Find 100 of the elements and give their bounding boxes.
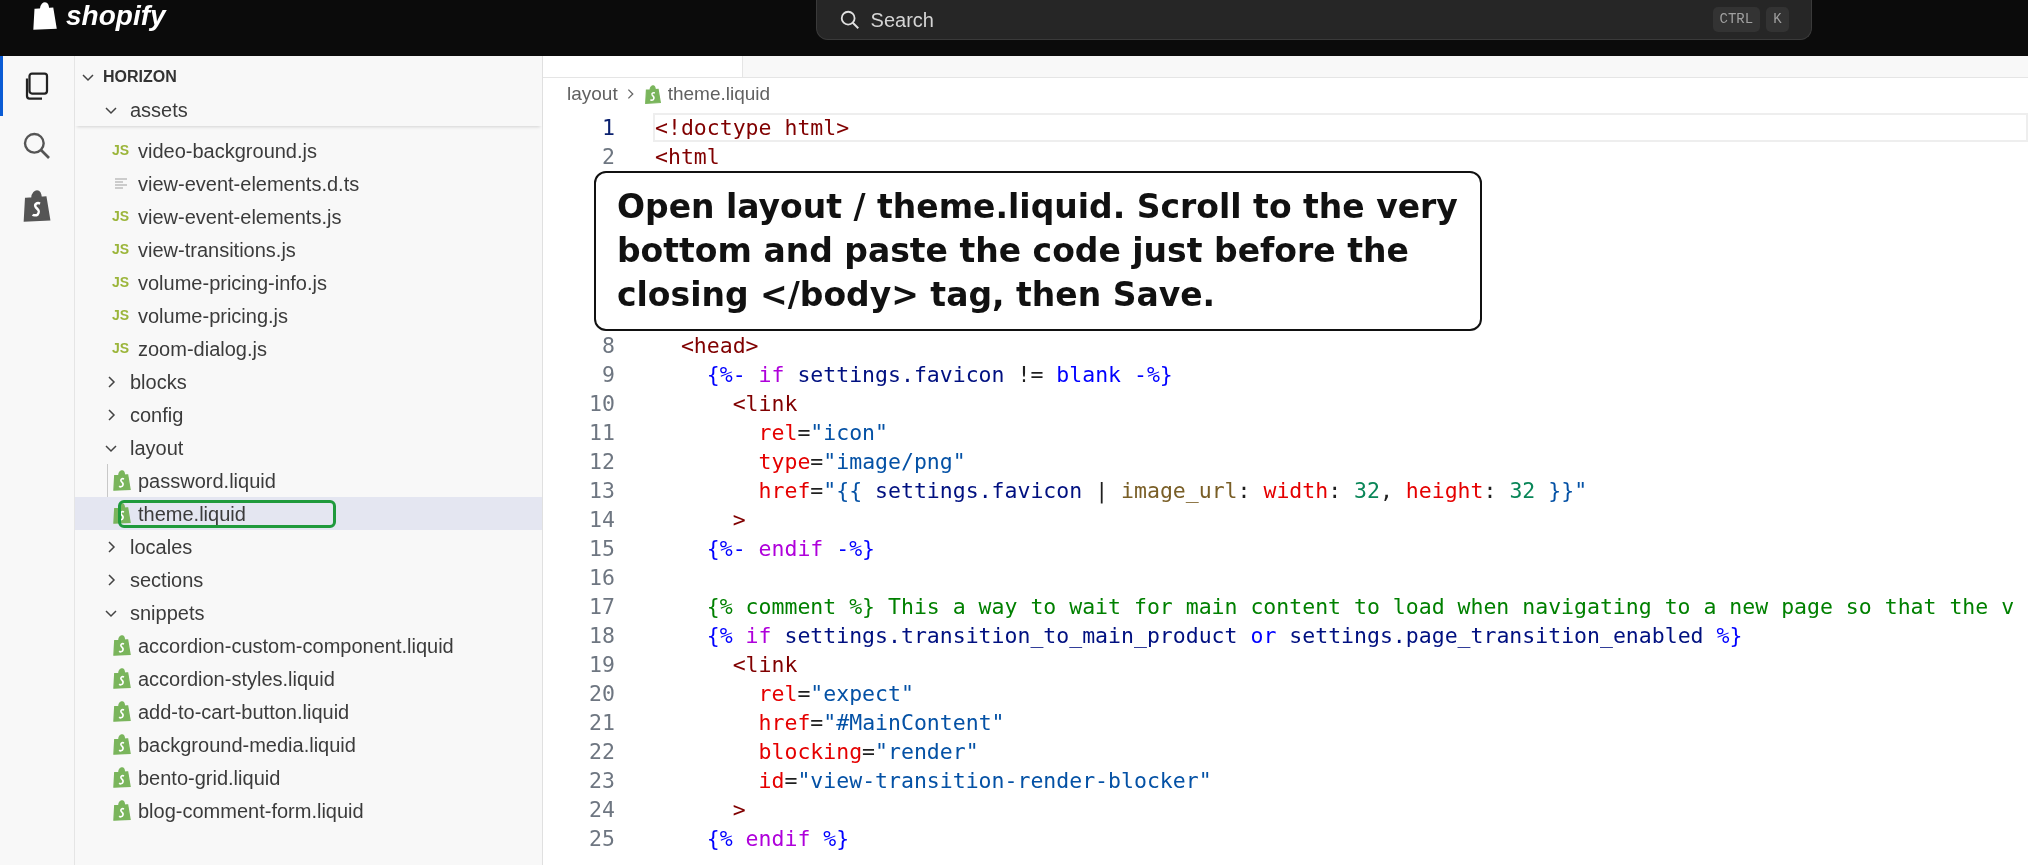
- line-number: 12: [588, 450, 615, 473]
- file-name: view-transitions.js: [138, 237, 296, 263]
- line-number: 1: [601, 116, 615, 139]
- line-number: 17: [588, 595, 615, 618]
- code-line: >: [731, 508, 746, 531]
- code-line: <!doctype html>: [655, 116, 850, 139]
- file-name: accordion-custom-component.liquid: [138, 633, 454, 659]
- liquid-file-icon: [112, 767, 132, 788]
- file-item[interactable]: JS volume-pricing-info.js: [75, 266, 542, 299]
- code-line: {% endif %}: [705, 827, 850, 850]
- line-number: 8: [601, 334, 615, 357]
- file-name: video-background.js: [138, 138, 317, 164]
- folder-item[interactable]: assets: [75, 93, 542, 126]
- file-name: accordion-styles.liquid: [138, 666, 335, 692]
- liquid-file-icon: [112, 503, 132, 524]
- code-line: {% comment %} This a way to wait for main content to load when navigating to a new page so that the v: [705, 595, 2015, 618]
- file-item[interactable]: JS view-event-elements.js: [75, 200, 542, 233]
- folder-name: config: [130, 402, 184, 428]
- file-name: view-event-elements.d.ts: [138, 171, 360, 197]
- code-line: >: [731, 798, 746, 821]
- search-field[interactable]: Search CTRL K: [815, 0, 1812, 40]
- folder-name: assets: [130, 97, 188, 123]
- file-name: bento-grid.liquid: [138, 765, 281, 791]
- file-name: background-media.liquid: [138, 732, 356, 758]
- file-name: view-event-elements.js: [138, 204, 342, 230]
- file-item[interactable]: theme.liquid: [75, 497, 542, 530]
- liquid-file-icon: [112, 668, 132, 689]
- file-item[interactable]: blog-comment-form.liquid: [75, 794, 542, 827]
- liquid-file-icon: [112, 734, 132, 755]
- line-number: 23: [588, 769, 615, 792]
- line-number: 13: [588, 479, 615, 502]
- folder-name: blocks: [130, 369, 187, 395]
- folder-item[interactable]: blocks: [75, 365, 542, 398]
- file-name: zoom-dialog.js: [138, 336, 267, 362]
- file-item[interactable]: bento-grid.liquid: [75, 761, 542, 794]
- liquid-file-icon: [112, 701, 132, 722]
- file-item[interactable]: JS volume-pricing.js: [75, 299, 542, 332]
- search-input[interactable]: Search: [870, 4, 1707, 35]
- file-name: password.liquid: [138, 468, 276, 494]
- workspace-title: HORIZON: [103, 66, 177, 87]
- code-line: <link: [731, 392, 798, 415]
- file-name: add-to-cart-button.liquid: [138, 699, 350, 725]
- line-number: 21: [588, 711, 615, 734]
- line-number: 25: [588, 827, 615, 850]
- line-number: 15: [588, 537, 615, 560]
- breadcrumb-item[interactable]: layout: [567, 79, 618, 109]
- code-line: rel="expect": [757, 682, 914, 705]
- shopping-bag-icon[interactable]: [22, 190, 52, 222]
- file-item[interactable]: JS zoom-dialog.js: [75, 332, 542, 365]
- js-file-icon: JS: [112, 206, 134, 227]
- file-item[interactable]: JS view-transitions.js: [75, 233, 542, 266]
- folder-item[interactable]: snippets: [75, 596, 542, 629]
- file-item[interactable]: accordion-custom-component.liquid: [75, 629, 542, 662]
- folder-item[interactable]: config: [75, 398, 542, 431]
- line-number: 22: [588, 740, 615, 763]
- line-number: 2: [601, 145, 615, 168]
- file-item[interactable]: background-media.liquid: [75, 728, 542, 761]
- file-item[interactable]: password.liquid: [75, 464, 542, 497]
- folder-name: locales: [130, 534, 193, 560]
- code-line: {% if settings.transition_to_main_product or settings.page_transition_enabled %}: [705, 624, 1743, 647]
- breadcrumb-item[interactable]: theme.liquid: [667, 79, 771, 109]
- file-item[interactable]: add-to-cart-button.liquid: [75, 695, 542, 728]
- file-item[interactable]: view-event-elements.d.ts: [75, 167, 542, 200]
- js-file-icon: JS: [112, 338, 134, 359]
- js-file-icon: JS: [112, 272, 134, 293]
- line-number: 19: [588, 653, 615, 676]
- line-number: 11: [588, 421, 615, 444]
- folder-item[interactable]: HORIZON: [75, 60, 542, 93]
- line-number: 16: [588, 566, 615, 589]
- code-line: <head>: [679, 334, 759, 357]
- line-number: 9: [601, 363, 615, 386]
- code-line: id="view-transition-render-blocker": [757, 769, 1212, 792]
- shopping-bag-logo-icon: [32, 2, 58, 30]
- line-number: 18: [588, 624, 615, 647]
- line-number: 14: [588, 508, 615, 531]
- code-line: {%- endif -%}: [705, 537, 876, 560]
- line-number: 24: [588, 798, 615, 821]
- logo-text: shopify: [66, 2, 166, 30]
- file-name: blog-comment-form.liquid: [138, 798, 364, 824]
- folder-item[interactable]: sections: [75, 563, 542, 596]
- js-file-icon: JS: [112, 305, 134, 326]
- js-file-icon: JS: [112, 239, 134, 260]
- instruction-callout: Open layout / theme.liquid. Scroll to the very bottom and paste the code just before the closing </body> tag, then Save.: [594, 171, 1482, 331]
- file-name: volume-pricing.js: [138, 303, 289, 329]
- liquid-file-icon: [112, 635, 132, 656]
- file-item[interactable]: JS video-background.js: [75, 134, 542, 167]
- shortcut-key: K: [1766, 7, 1789, 32]
- liquid-file-icon: [112, 800, 132, 821]
- folder-name: sections: [130, 567, 204, 593]
- code-line: href="#MainContent": [757, 711, 1005, 734]
- folder-item[interactable]: locales: [75, 530, 542, 563]
- folder-name: layout: [130, 435, 184, 461]
- code-line: <link: [731, 653, 798, 676]
- shortcut-key: CTRL: [1712, 7, 1761, 32]
- js-file-icon: JS: [112, 140, 134, 161]
- code-line: <html: [655, 145, 720, 168]
- folder-item[interactable]: layout: [75, 431, 542, 464]
- file-name: volume-pricing-info.js: [138, 270, 327, 296]
- file-item[interactable]: accordion-styles.liquid: [75, 662, 542, 695]
- liquid-file-icon: [112, 470, 132, 491]
